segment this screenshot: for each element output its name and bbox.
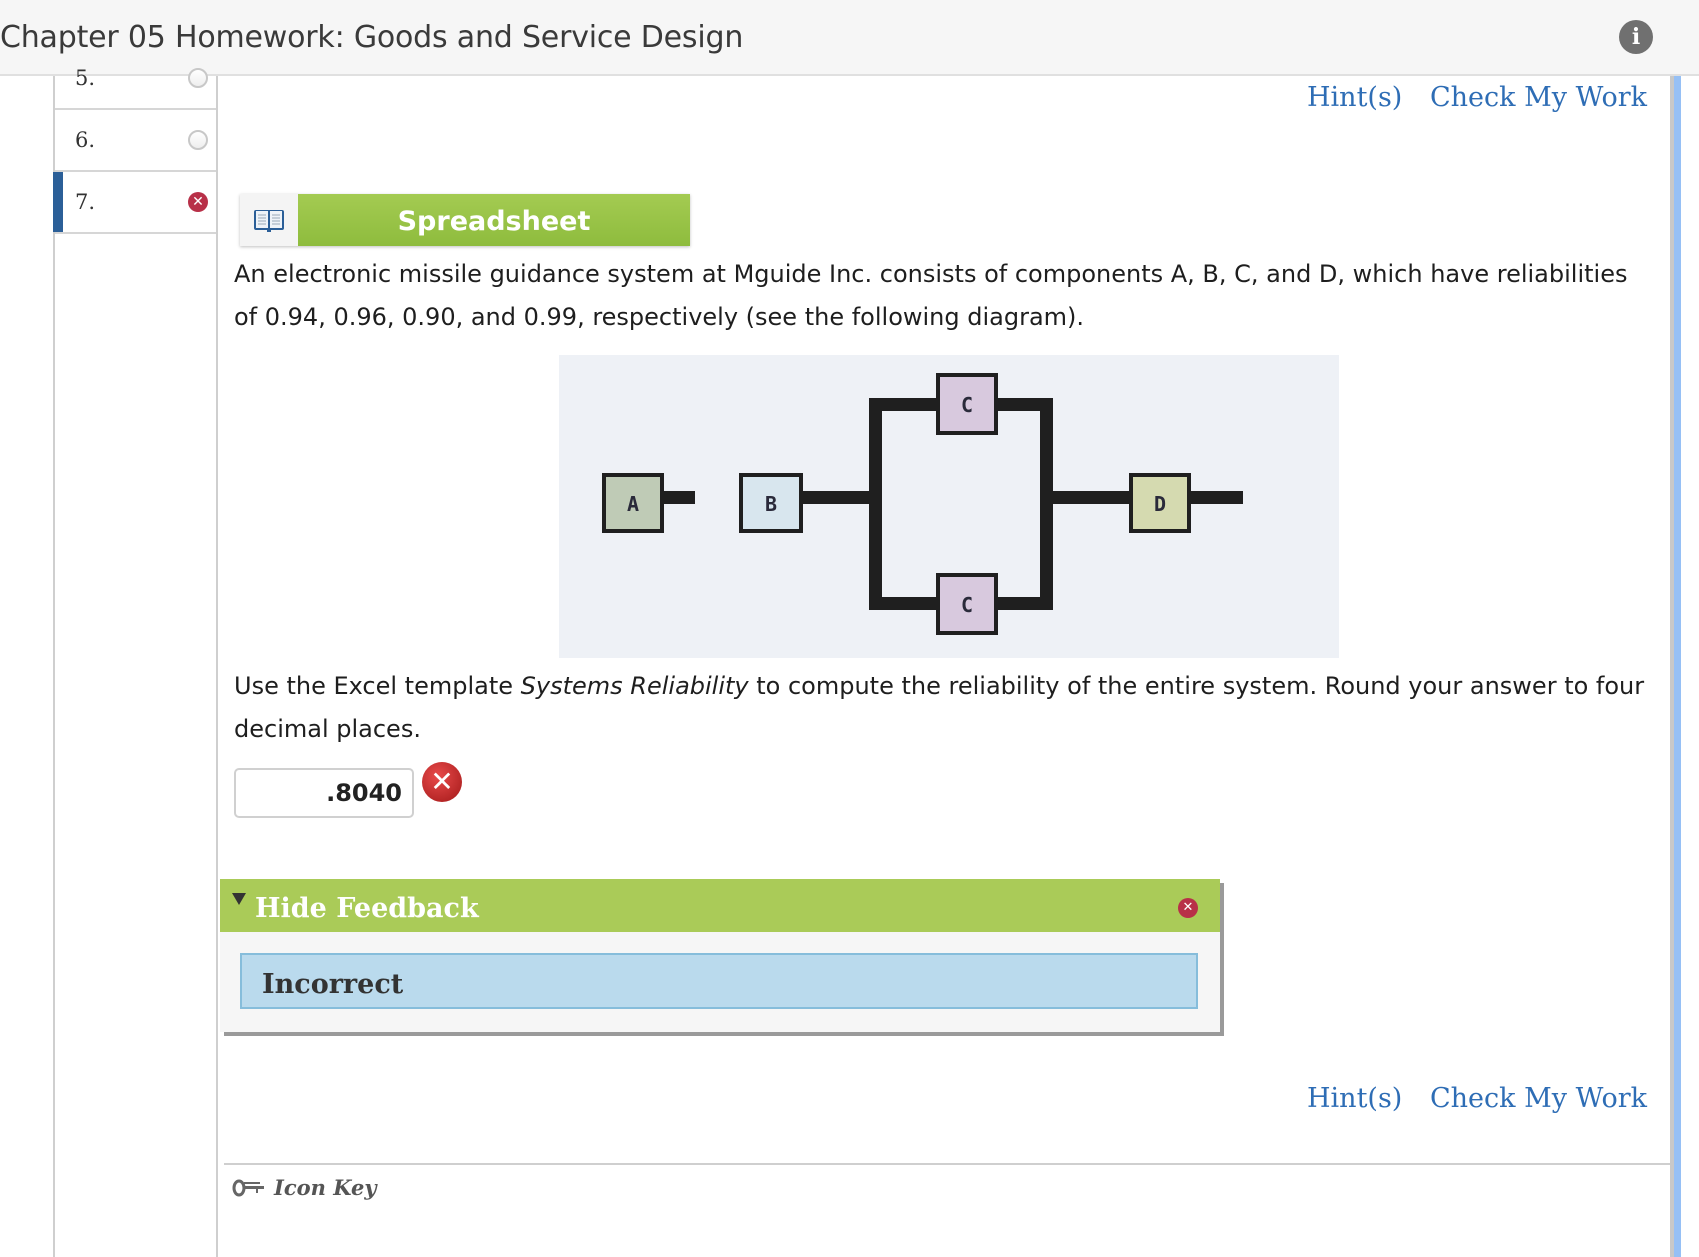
connector xyxy=(1053,491,1129,504)
incorrect-answer-icon: ✕ xyxy=(422,762,462,802)
divider xyxy=(224,1163,1670,1165)
connector xyxy=(1040,398,1053,610)
component-label: B xyxy=(765,492,777,516)
component-a: A xyxy=(602,473,664,533)
spreadsheet-label: Spreadsheet xyxy=(298,194,690,246)
component-c-top: C xyxy=(936,373,998,435)
answer-input[interactable] xyxy=(234,768,414,818)
book-icon xyxy=(240,194,298,246)
question-nav-item-6[interactable]: 6. xyxy=(55,110,216,172)
check-my-work-link-top[interactable]: Check My Work xyxy=(1430,82,1647,113)
incorrect-status-icon: ✕ xyxy=(188,192,208,212)
component-label: C xyxy=(961,593,973,617)
question-number: 6. xyxy=(75,128,96,152)
icon-key-link[interactable]: Icon Key xyxy=(232,1175,377,1200)
hints-link-top[interactable]: Hint(s) xyxy=(1307,82,1402,113)
feedback-result: Incorrect xyxy=(240,953,1198,1009)
question-nav: 5. 6. 7. ✕ xyxy=(53,66,218,1257)
question-number: 7. xyxy=(75,190,96,214)
unanswered-status-icon xyxy=(188,130,208,150)
hide-feedback-toggle[interactable]: Hide Feedback ✕ xyxy=(220,879,1220,932)
hide-feedback-label: Hide Feedback xyxy=(255,893,479,924)
scrollbar[interactable] xyxy=(1674,76,1681,1257)
reliability-diagram: A B C C D xyxy=(559,355,1339,658)
question-number: 5. xyxy=(75,66,96,90)
feedback-panel: Hide Feedback ✕ Incorrect xyxy=(220,879,1220,1032)
key-icon xyxy=(232,1179,264,1196)
question-instruction: Use the Excel template Systems Reliabili… xyxy=(234,665,1654,751)
component-c-bottom: C xyxy=(936,573,998,635)
instruction-text: Use the Excel template xyxy=(234,672,521,700)
icon-key-label: Icon Key xyxy=(274,1175,377,1200)
check-my-work-link-bottom[interactable]: Check My Work xyxy=(1430,1083,1647,1114)
question-nav-item-5[interactable]: 5. xyxy=(55,48,216,110)
spreadsheet-button[interactable]: Spreadsheet xyxy=(240,194,690,246)
hints-link-bottom[interactable]: Hint(s) xyxy=(1307,1083,1402,1114)
component-d: D xyxy=(1129,473,1191,533)
connector xyxy=(827,491,875,504)
unanswered-status-icon xyxy=(188,68,208,88)
component-b: B xyxy=(739,473,803,533)
top-bar: Chapter 05 Homework: Goods and Service D… xyxy=(0,0,1699,76)
collapse-triangle-icon xyxy=(232,893,246,905)
template-name: Systems Reliability xyxy=(520,672,749,700)
connector xyxy=(1189,491,1243,504)
component-label: A xyxy=(627,492,639,516)
close-icon[interactable]: ✕ xyxy=(1178,898,1198,918)
question-intro: An electronic missile guidance system at… xyxy=(234,260,1628,331)
component-label: C xyxy=(961,393,973,417)
info-icon[interactable]: i xyxy=(1619,20,1653,54)
question-nav-item-7[interactable]: 7. ✕ xyxy=(53,172,216,234)
feedback-result-text: Incorrect xyxy=(262,969,404,1000)
component-label: D xyxy=(1154,492,1166,516)
